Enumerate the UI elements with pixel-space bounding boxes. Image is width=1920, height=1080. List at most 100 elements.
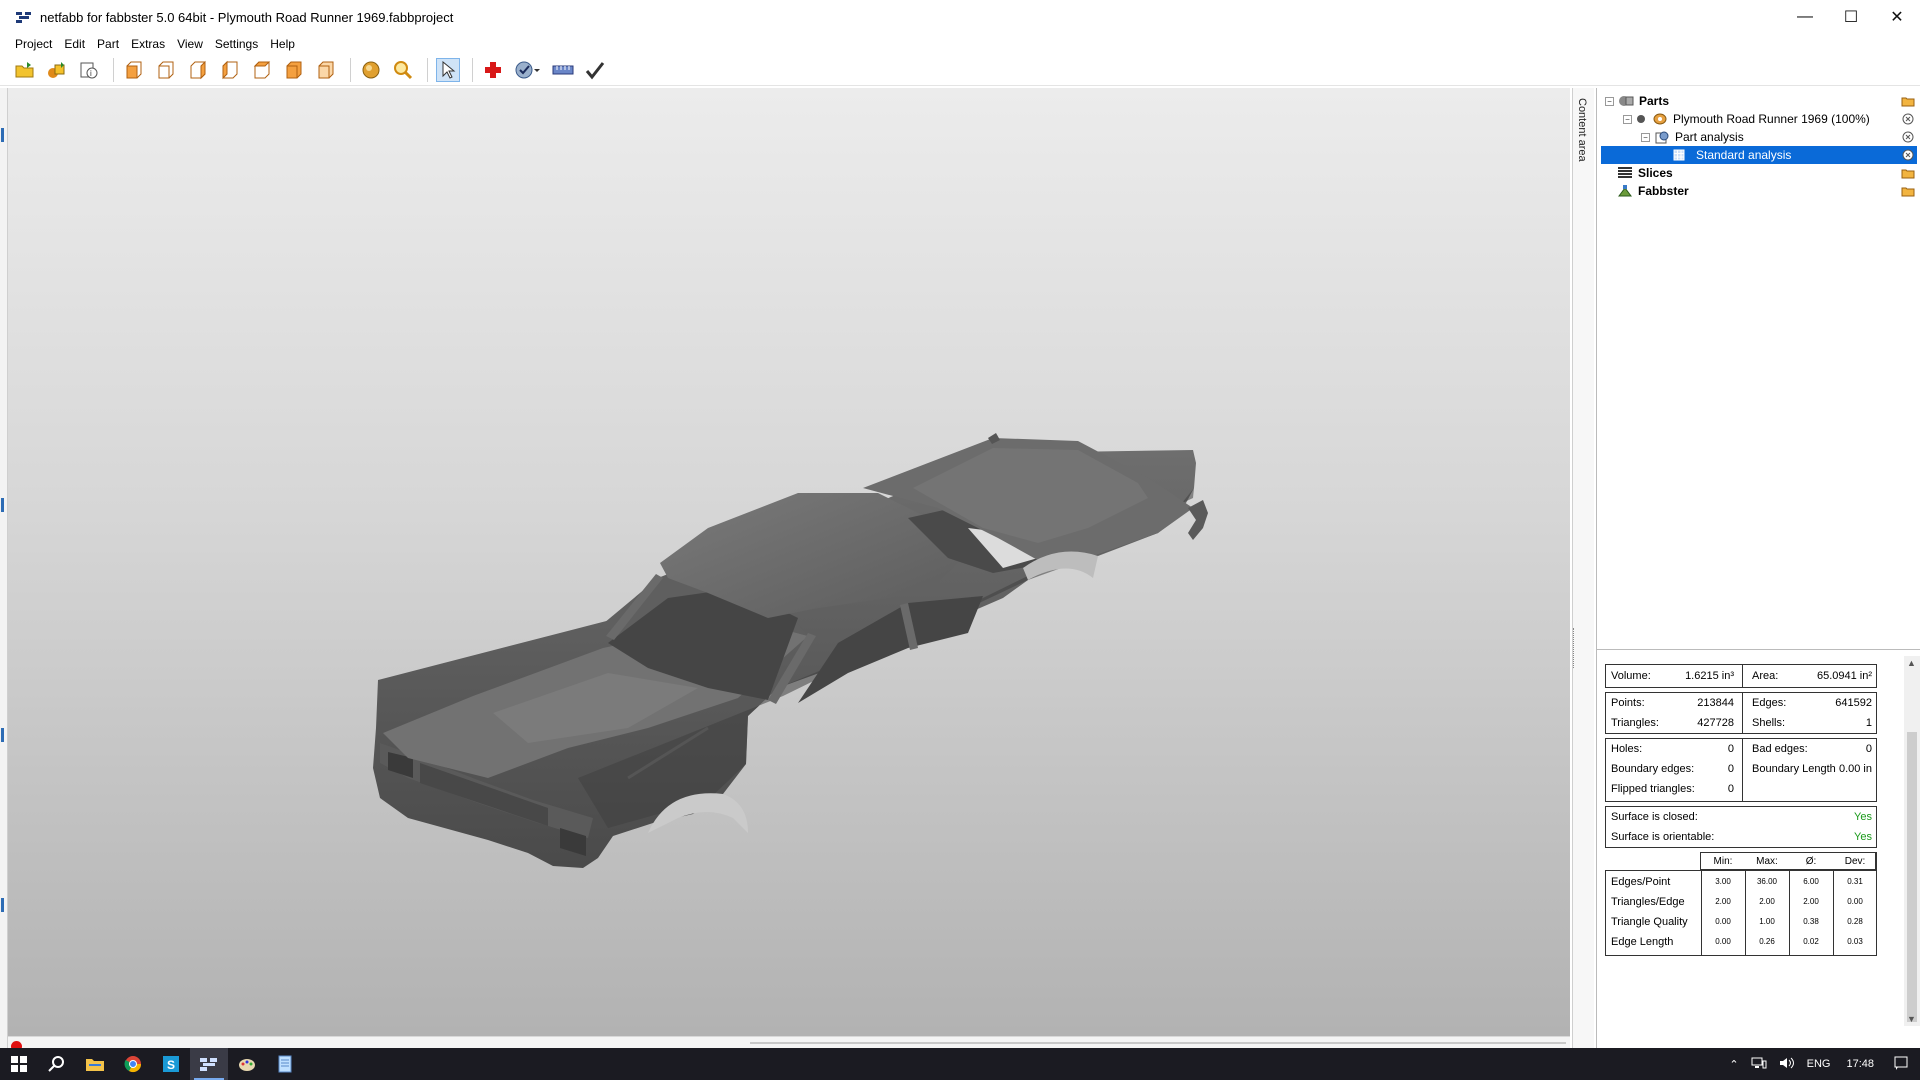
content-area-tab[interactable]: Content area — [1572, 88, 1594, 1048]
zoom-icon[interactable] — [391, 58, 415, 82]
folder-icon[interactable] — [1901, 94, 1915, 108]
edges-value: 641592 — [1835, 697, 1872, 709]
tree-label-part: Plymouth Road Runner 1969 (100%) — [1673, 112, 1870, 126]
view-iso-icon[interactable] — [314, 58, 338, 82]
menu-extras[interactable]: Extras — [125, 37, 171, 51]
folder-icon[interactable] — [1901, 184, 1915, 198]
splitter-grip[interactable] — [1573, 628, 1576, 668]
scroll-up-icon[interactable]: ▲ — [1907, 658, 1916, 668]
view-front-icon[interactable] — [122, 58, 146, 82]
notepad-icon[interactable] — [266, 1048, 304, 1080]
menu-settings[interactable]: Settings — [209, 37, 264, 51]
view-right-icon[interactable] — [218, 58, 242, 82]
tree-label-parts: Parts — [1639, 94, 1670, 108]
system-tray: ⌃ ENG 17:48 — [1723, 1048, 1920, 1080]
defects-box: Holes: 0 Boundary edges: 0 Flipped trian… — [1605, 738, 1877, 802]
notifications-icon[interactable] — [1894, 1056, 1908, 1073]
paint-icon[interactable] — [228, 1048, 266, 1080]
netfabb-app-icon — [16, 11, 32, 23]
table-row-label: Triangles/Edge — [1611, 896, 1685, 908]
measure-icon[interactable] — [513, 58, 543, 82]
tree-item-fabbster[interactable]: Fabbster — [1597, 182, 1920, 200]
table-row-label: Edge Length — [1611, 936, 1674, 948]
repair-icon[interactable] — [481, 58, 505, 82]
3d-viewport[interactable] — [8, 88, 1570, 1036]
surface-closed-label: Surface is closed: — [1611, 811, 1698, 823]
stats-scrollbar[interactable]: ▲ ▼ — [1904, 656, 1920, 1026]
shading-icon[interactable] — [359, 58, 383, 82]
collapse-icon[interactable]: − — [1605, 96, 1614, 106]
start-icon[interactable] — [0, 1048, 38, 1080]
network-icon[interactable] — [1751, 1057, 1767, 1072]
volume-icon[interactable] — [1779, 1057, 1795, 1072]
table-cell: 0.00 — [1715, 917, 1731, 926]
close-button[interactable]: ✕ — [1874, 0, 1920, 34]
folder-icon[interactable] — [1901, 166, 1915, 180]
points-value: 213844 — [1697, 697, 1734, 709]
visibility-icon[interactable] — [1636, 112, 1646, 126]
table-cell: 0.00 — [1715, 937, 1731, 946]
scroll-down-icon[interactable]: ▼ — [1907, 1014, 1916, 1024]
car-body-model[interactable] — [8, 88, 1570, 1036]
language-indicator[interactable]: ENG — [1807, 1058, 1831, 1070]
remove-icon[interactable] — [1901, 148, 1915, 162]
shells-label: Shells: — [1752, 717, 1786, 729]
triangles-label: Triangles: — [1611, 717, 1659, 729]
remove-icon[interactable] — [1901, 130, 1915, 144]
table-row-label: Edges/Point — [1611, 876, 1671, 888]
view-top-icon[interactable] — [250, 58, 274, 82]
table-cell: 0.00 — [1847, 897, 1863, 906]
scroll-thumb[interactable] — [1907, 732, 1917, 1022]
surface-orientable-label: Surface is orientable: — [1611, 831, 1715, 843]
quality-table-header: Min: Max: Ø: Dev: — [1700, 852, 1876, 870]
points-label: Points: — [1611, 697, 1645, 709]
fabbster-icon — [1617, 184, 1633, 198]
tree-label-fabbster: Fabbster — [1638, 184, 1689, 198]
table-cell: 2.00 — [1803, 897, 1819, 906]
menu-help[interactable]: Help — [264, 37, 301, 51]
menu-part[interactable]: Part — [91, 37, 125, 51]
tree-item-standard-analysis[interactable]: Standard analysis — [1601, 146, 1917, 164]
add-part-icon[interactable] — [45, 58, 69, 82]
table-cell: 3.00 — [1715, 877, 1731, 886]
content-area-label: Content area — [1576, 98, 1588, 162]
minimize-button[interactable]: — — [1782, 0, 1828, 34]
check-icon[interactable] — [583, 58, 607, 82]
header-dev: Dev: — [1844, 856, 1866, 867]
open-project-icon[interactable] — [13, 58, 37, 82]
table-cell: 0.03 — [1847, 937, 1863, 946]
view-back-icon[interactable] — [154, 58, 178, 82]
file-explorer-icon[interactable] — [76, 1048, 114, 1080]
menu-project[interactable]: Project — [9, 37, 58, 51]
app-s-icon[interactable]: S — [152, 1048, 190, 1080]
menu-edit[interactable]: Edit — [58, 37, 91, 51]
menu-view[interactable]: View — [171, 37, 209, 51]
tree-label-part-analysis: Part analysis — [1675, 130, 1744, 144]
part-info-icon[interactable]: i — [77, 58, 101, 82]
volume-label: Volume: — [1611, 670, 1651, 682]
collapse-icon[interactable]: − — [1641, 132, 1650, 142]
volume-value: 1.6215 in³ — [1685, 670, 1734, 682]
clock[interactable]: 17:48 — [1846, 1058, 1874, 1070]
tree-item-slices[interactable]: Slices — [1597, 164, 1920, 182]
collapse-icon[interactable]: − — [1623, 114, 1632, 124]
netfabb-icon[interactable] — [190, 1048, 228, 1080]
remove-icon[interactable] — [1901, 112, 1915, 126]
tree-item-parts[interactable]: − Parts — [1597, 92, 1920, 110]
maximize-button[interactable]: ☐ — [1828, 0, 1874, 34]
surface-orientable-value: Yes — [1854, 831, 1872, 843]
view-left-icon[interactable] — [186, 58, 210, 82]
tree-item-part-analysis[interactable]: − Part analysis — [1597, 128, 1920, 146]
svg-text:S: S — [167, 1058, 175, 1072]
chrome-icon[interactable] — [114, 1048, 152, 1080]
ruler-icon[interactable] — [551, 58, 575, 82]
show-hidden-icons-icon[interactable]: ⌃ — [1729, 1058, 1738, 1071]
tree-item-part[interactable]: − Plymouth Road Runner 1969 (100%) — [1597, 110, 1920, 128]
search-icon[interactable] — [38, 1048, 76, 1080]
title-bar: netfabb for fabbster 5.0 64bit - Plymout… — [0, 0, 1920, 34]
view-bottom-icon[interactable] — [282, 58, 306, 82]
table-cell: 0.28 — [1847, 917, 1863, 926]
area-value: 65.0941 in² — [1816, 670, 1872, 682]
left-dock-edge — [0, 88, 8, 1048]
select-tool-icon[interactable] — [436, 57, 460, 82]
